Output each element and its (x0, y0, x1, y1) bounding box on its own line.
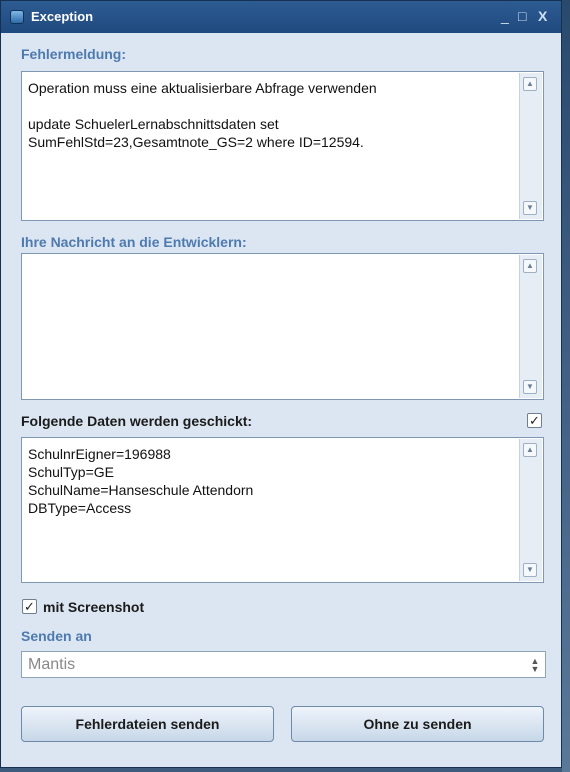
scroll-up-arrow-icon[interactable]: ▲ (523, 259, 537, 273)
close-button[interactable]: X (538, 7, 547, 25)
sent-data-box[interactable]: SchulnrEigner=196988 SchulTyp=GE SchulNa… (21, 437, 544, 583)
error-message-box[interactable]: Operation muss eine aktualisierbare Abfr… (21, 71, 544, 221)
developer-message-label: Ihre Nachricht an die Entwicklern: (21, 234, 247, 250)
send-to-select[interactable]: Mantis ▲ ▼ (21, 651, 546, 678)
scroll-down-arrow-icon[interactable]: ▼ (523, 380, 537, 394)
message-scrollbar[interactable]: ▲ ▼ (519, 255, 542, 398)
background-strip (562, 0, 570, 772)
select-down-arrow-icon: ▼ (530, 664, 540, 674)
exception-dialog: Exception _ □ X Fehlermeldung: Operation… (0, 0, 562, 768)
sent-data-text: SchulnrEigner=196988 SchulTyp=GE SchulNa… (28, 446, 254, 516)
error-scrollbar[interactable]: ▲ ▼ (519, 73, 542, 219)
maximize-button[interactable]: □ (518, 7, 526, 25)
data-sent-label: Folgende Daten werden geschickt: (21, 413, 253, 429)
send-to-value: Mantis (28, 656, 76, 673)
title-bar[interactable]: Exception _ □ X (1, 1, 561, 33)
window-title: Exception (31, 9, 94, 24)
scroll-up-arrow-icon[interactable]: ▲ (523, 443, 537, 457)
developer-message-input[interactable]: ▲ ▼ (21, 253, 544, 400)
close-without-sending-button[interactable]: Ohne zu senden (291, 706, 544, 742)
scroll-up-arrow-icon[interactable]: ▲ (523, 77, 537, 91)
screenshot-checkbox[interactable]: ✓ (22, 599, 37, 614)
screenshot-label[interactable]: mit Screenshot (43, 599, 144, 615)
minimize-button[interactable]: _ (501, 7, 509, 25)
scroll-down-arrow-icon[interactable]: ▼ (523, 563, 537, 577)
data-scrollbar[interactable]: ▲ ▼ (519, 439, 542, 581)
error-message-label: Fehlermeldung: (21, 46, 127, 62)
scroll-down-arrow-icon[interactable]: ▼ (523, 201, 537, 215)
error-message-text: Operation muss eine aktualisierbare Abfr… (28, 80, 377, 150)
select-arrows-icon[interactable]: ▲ ▼ (529, 657, 541, 674)
send-to-label: Senden an (21, 628, 92, 644)
send-data-checkbox[interactable]: ✓ (527, 413, 542, 428)
app-icon (10, 10, 24, 24)
send-error-files-button[interactable]: Fehlerdateien senden (21, 706, 274, 742)
